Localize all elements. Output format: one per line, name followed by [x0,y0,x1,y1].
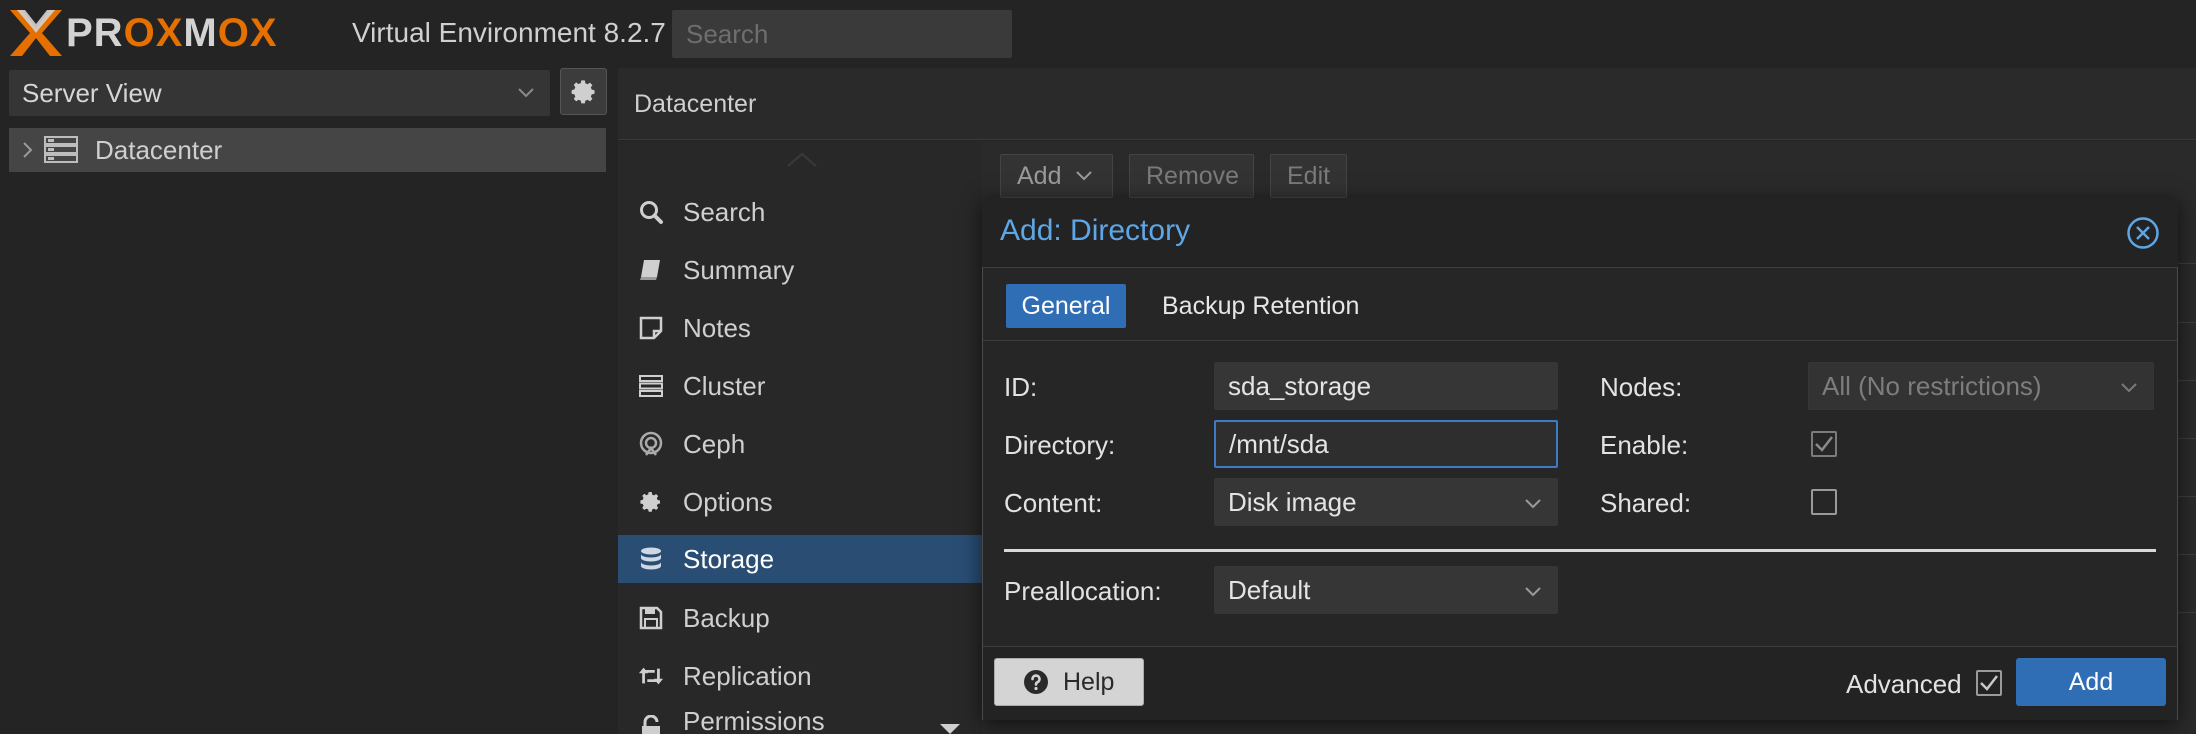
storage-edit-button[interactable]: Edit [1270,154,1347,198]
tree-settings-button[interactable] [560,68,607,115]
help-button-label: Help [1063,667,1115,696]
resource-tree [0,122,616,734]
chevron-down-icon [518,88,534,98]
chevron-down-icon [2121,383,2137,393]
global-search-input[interactable] [672,10,1012,58]
close-icon[interactable] [2126,216,2160,250]
nav-item-permissions[interactable]: Permissions [618,710,982,734]
nav-item-summary[interactable]: Summary [618,246,982,294]
view-selector[interactable]: Server View [9,70,550,116]
storage-remove-label: Remove [1146,161,1240,190]
content-select[interactable]: Disk image [1214,478,1558,526]
nodes-select[interactable]: All (No restrictions) [1808,362,2154,410]
enable-checkbox[interactable] [1811,431,1837,457]
tab-general[interactable]: General [1006,284,1126,328]
content-select-value: Disk image [1228,486,1357,517]
storage-add-button[interactable]: Add [1000,154,1113,198]
enable-label: Enable: [1600,430,1689,460]
ceph-icon [638,431,664,457]
gear-icon [571,79,594,103]
preallocation-select[interactable]: Default [1214,566,1558,614]
storage-add-label: Add [1017,161,1062,190]
nav-item-cluster[interactable]: Cluster [618,362,982,410]
nav-item-label: Summary [683,254,795,285]
server-icon [638,373,664,399]
nav-item-label: Replication [683,660,812,691]
nav-item-label: Options [683,486,773,517]
content-title: Datacenter [634,90,757,118]
tree-item-datacenter[interactable]: Datacenter [9,128,606,172]
id-field-value: sda_storage [1228,370,1372,401]
nodes-select-value: All (No restrictions) [1822,370,2042,401]
tree-item-label: Datacenter [95,134,223,165]
content-header [618,68,2196,140]
id-label: ID: [1004,372,1038,402]
section-separator [1004,549,2156,552]
shared-checkbox[interactable] [1811,489,1837,515]
directory-label: Directory: [1004,430,1116,460]
preallocation-label: Preallocation: [1004,576,1162,606]
nav-item-label: Backup [683,602,770,633]
search-icon [638,199,664,225]
chevron-up-icon[interactable] [785,150,819,170]
nav-item-label: Ceph [683,428,746,459]
nav-item-label: Notes [683,312,751,343]
gear-icon [638,489,664,515]
caret-down-icon [940,724,960,734]
directory-field-value: /mnt/sda [1229,428,1329,459]
nodes-label: Nodes: [1600,372,1683,402]
view-selector-value: Server View [22,77,162,108]
directory-field[interactable]: /mnt/sda [1214,420,1558,468]
id-field[interactable]: sda_storage [1214,362,1558,410]
nav-item-notes[interactable]: Notes [618,304,982,352]
nav-item-label: Permissions [683,710,825,734]
add-button[interactable]: Add [2016,658,2166,706]
unlock-icon [638,714,664,734]
advanced-checkbox[interactable] [1976,670,2002,696]
chevron-down-icon [1076,171,1093,181]
help-button[interactable]: Help [994,658,1144,706]
proxmox-logo: PROXMOX [8,8,278,58]
top-bar [0,0,2196,66]
storage-edit-label: Edit [1287,161,1331,190]
nav-item-replication[interactable]: Replication [618,652,982,700]
chevron-down-icon [1525,587,1541,597]
nav-item-storage[interactable]: Storage [618,535,982,583]
nav-item-label: Cluster [683,370,766,401]
note-icon [638,315,664,341]
nav-item-backup[interactable]: Backup [618,594,982,642]
proxmox-x-icon [10,10,62,56]
nav-item-options[interactable]: Options [618,478,982,526]
brand-text: PROXMOX [66,10,278,55]
nav-item-label: Search [683,196,766,227]
datacenter-icon [44,136,78,163]
nav-item-label: Storage [683,543,775,574]
floppy-icon [638,605,664,631]
preallocation-select-value: Default [1228,574,1311,605]
checkmark-icon [1815,436,1833,452]
nav-item-search[interactable]: Search [618,188,982,236]
database-icon [638,546,664,572]
tab-backup-retention[interactable]: Backup Retention [1162,292,1359,321]
storage-remove-button[interactable]: Remove [1129,154,1254,198]
question-circle-icon [1024,670,1048,694]
checkmark-icon [1980,675,1998,691]
chevron-right-icon[interactable] [21,140,35,160]
version-label: Virtual Environment 8.2.7 [352,17,666,48]
dialog-title: Add: Directory [1000,214,1191,247]
book-icon [638,257,664,283]
shared-label: Shared: [1600,488,1692,518]
chevron-down-icon [1525,499,1541,509]
content-label: Content: [1004,488,1103,518]
nav-item-ceph[interactable]: Ceph [618,420,982,468]
retweet-icon [638,663,664,689]
advanced-label: Advanced [1846,669,1962,699]
